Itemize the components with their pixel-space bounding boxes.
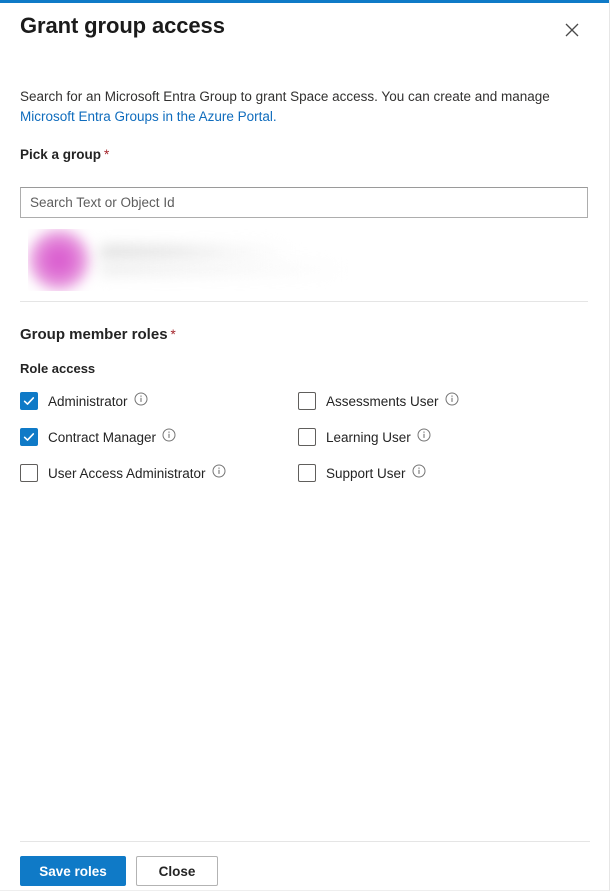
role-label: Administrator xyxy=(48,393,128,409)
selected-group-meta-redacted xyxy=(100,263,340,276)
search-input[interactable] xyxy=(20,187,588,218)
selected-group-name-redacted xyxy=(100,245,290,259)
role-checkbox-item[interactable]: Administrator xyxy=(20,391,148,411)
save-roles-button[interactable]: Save roles xyxy=(20,856,126,886)
section-divider xyxy=(20,301,588,302)
role-label: Assessments User xyxy=(326,393,439,409)
role-label: Contract Manager xyxy=(48,429,157,445)
role-label: Learning User xyxy=(326,429,411,445)
pick-a-group-label: Pick a group * xyxy=(20,147,109,162)
close-button-footer[interactable]: Close xyxy=(136,856,218,886)
azure-portal-link[interactable]: Microsoft Entra Groups in the Azure Port… xyxy=(20,109,277,124)
checkbox[interactable] xyxy=(298,392,316,410)
checkbox[interactable] xyxy=(298,464,316,482)
close-button[interactable] xyxy=(556,14,588,46)
dialog-description: Search for an Microsoft Entra Group to g… xyxy=(20,87,565,127)
role-row: Contract Manager Learning User xyxy=(20,427,588,463)
checkbox[interactable] xyxy=(20,428,38,446)
group-avatar-icon xyxy=(28,229,90,291)
checkbox[interactable] xyxy=(20,464,38,482)
description-text: Search for an Microsoft Entra Group to g… xyxy=(20,89,550,104)
role-label: User Access Administrator xyxy=(48,465,206,481)
pick-a-group-label-text: Pick a group xyxy=(20,147,102,162)
required-asterisk: * xyxy=(104,147,110,162)
required-asterisk: * xyxy=(170,327,176,342)
selected-group-item[interactable] xyxy=(28,229,388,291)
role-checkbox-item[interactable]: Support User xyxy=(298,463,426,483)
close-icon xyxy=(565,23,579,37)
role-checkbox-item[interactable]: Assessments User xyxy=(298,391,459,411)
info-icon[interactable] xyxy=(445,392,459,411)
role-label: Support User xyxy=(326,465,406,481)
checkbox[interactable] xyxy=(298,428,316,446)
role-checkbox-item[interactable]: Contract Manager xyxy=(20,427,176,447)
group-member-roles-label-text: Group member roles xyxy=(20,326,168,343)
dialog-footer: Save roles Close xyxy=(0,842,609,890)
page-title: Grant group access xyxy=(20,13,225,38)
info-icon[interactable] xyxy=(412,464,426,483)
info-icon[interactable] xyxy=(417,428,431,447)
role-checkbox-item[interactable]: Learning User xyxy=(298,427,431,447)
role-row: User Access Administrator Support User xyxy=(20,463,588,499)
checkbox[interactable] xyxy=(20,392,38,410)
info-icon[interactable] xyxy=(212,464,226,483)
roles-grid: Administrator Assessments User Contract Ma… xyxy=(20,391,588,499)
grant-group-access-dialog: Grant group access Search for an Microso… xyxy=(0,0,610,891)
group-member-roles-label: Group member roles * xyxy=(20,326,176,343)
info-icon[interactable] xyxy=(162,428,176,447)
info-icon[interactable] xyxy=(134,392,148,411)
role-access-subheading: Role access xyxy=(20,361,96,376)
role-row: Administrator Assessments User xyxy=(20,391,588,427)
dialog-header: Grant group access xyxy=(0,3,609,60)
role-checkbox-item[interactable]: User Access Administrator xyxy=(20,463,226,483)
